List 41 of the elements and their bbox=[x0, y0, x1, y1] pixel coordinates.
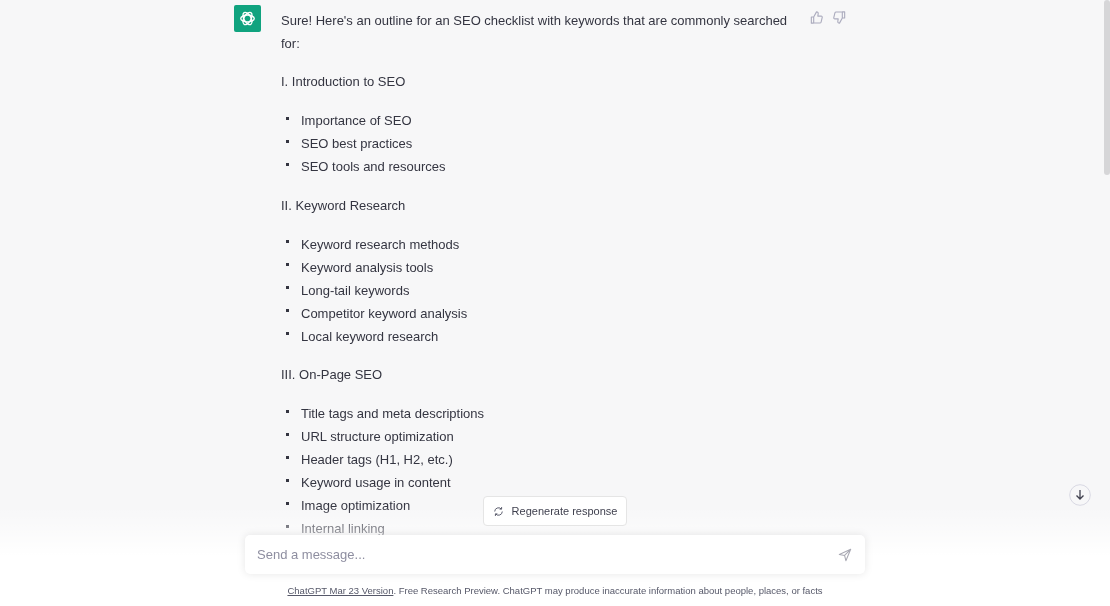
assistant-avatar-icon bbox=[234, 5, 261, 32]
list-item-text: Title tags and meta descriptions bbox=[301, 405, 485, 424]
list-item-text: Keyword analysis tools bbox=[301, 258, 434, 277]
send-icon[interactable] bbox=[838, 548, 852, 562]
refresh-icon bbox=[492, 505, 504, 517]
message-field[interactable]: Send a message... bbox=[245, 535, 865, 574]
bullet-icon bbox=[286, 286, 289, 290]
bullet-icon bbox=[286, 332, 289, 336]
section-heading: III. On-Page SEO bbox=[281, 366, 383, 385]
bullet-icon bbox=[286, 240, 289, 244]
bullet-icon bbox=[286, 478, 289, 482]
list-item-text: URL structure optimization bbox=[301, 428, 454, 447]
list-item-text: Importance of SEO bbox=[301, 112, 412, 130]
message-text: Sure! Here's an outline for an SEO checklist with keywords that are commonly searched for: bbox=[281, 12, 789, 53]
bullet-icon bbox=[286, 501, 289, 505]
section-heading: II. Keyword Research bbox=[281, 196, 406, 215]
bullet-icon bbox=[286, 524, 289, 528]
list-item-text: Local keyword research bbox=[301, 327, 439, 346]
bullet-icon bbox=[286, 162, 289, 166]
list-item-text: Keyword usage in content bbox=[301, 474, 451, 493]
list-item-text: Image optimization bbox=[301, 497, 411, 516]
bullet-icon bbox=[286, 432, 289, 436]
thumbs-down-icon[interactable] bbox=[832, 10, 847, 25]
list-item-text: Keyword research methods bbox=[301, 235, 460, 254]
list-item-text: Header tags (H1, H2, etc.) bbox=[301, 451, 453, 470]
bullet-icon bbox=[286, 309, 289, 313]
bullet-icon bbox=[286, 139, 289, 143]
thumbs-up-icon[interactable] bbox=[809, 10, 824, 25]
disclaimer-text: ChatGPT Mar 23 Version. Free Research Preview. ChatGPT may produce inaccurate information about people, places, or facts bbox=[287, 585, 823, 596]
regenerate-button[interactable]: Regenerate response bbox=[482, 496, 628, 526]
scroll-down-icon[interactable] bbox=[1069, 484, 1091, 506]
list-item-text: SEO best practices bbox=[301, 135, 413, 153]
bullet-icon bbox=[286, 116, 289, 120]
bullet-icon bbox=[286, 409, 289, 413]
bullet-icon bbox=[286, 263, 289, 267]
scrollbar[interactable] bbox=[1104, 0, 1110, 175]
list-item-text: Long-tail keywords bbox=[301, 281, 410, 300]
section-heading: I. Introduction to SEO bbox=[281, 73, 406, 92]
list-item-text: Competitor keyword analysis bbox=[301, 304, 468, 323]
list-item-text: SEO tools and resources bbox=[301, 158, 446, 176]
bullet-icon bbox=[286, 455, 289, 459]
